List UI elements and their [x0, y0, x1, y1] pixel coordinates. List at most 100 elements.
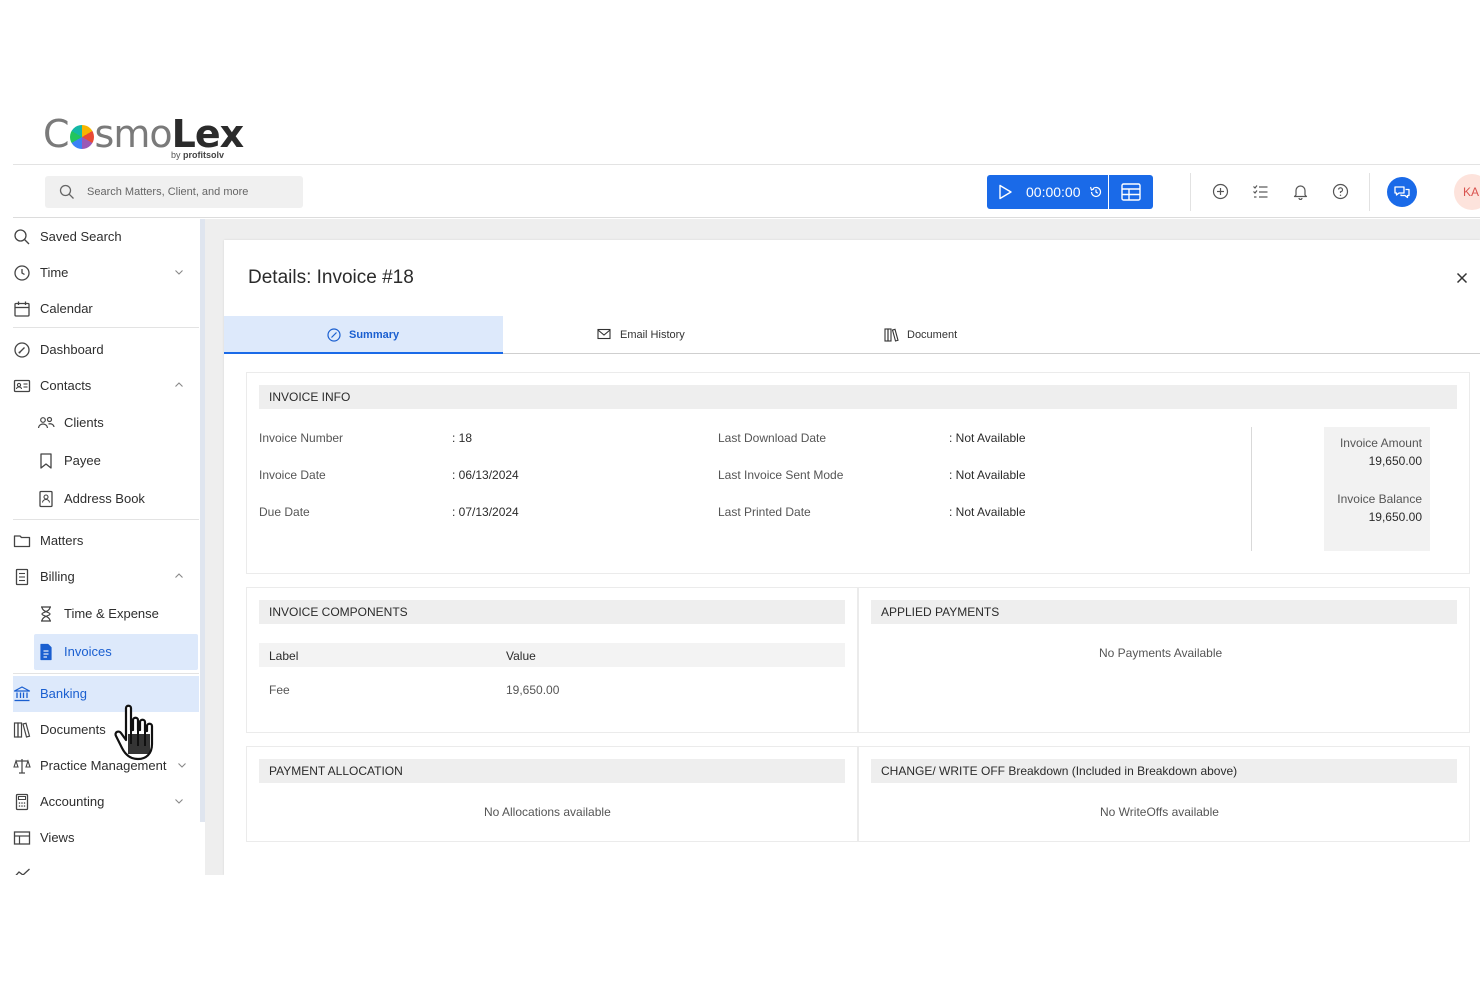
- search-icon: [59, 184, 74, 199]
- folder-icon: [13, 535, 31, 548]
- last-printed-value: : Not Available: [949, 505, 1026, 519]
- info-divider: [1251, 427, 1252, 551]
- sidebar-item-label: Clients: [64, 415, 104, 430]
- sidebar-item-label: Banking: [40, 686, 87, 701]
- timesheet-grid-button[interactable]: [1109, 175, 1153, 209]
- sidebar-item-dashboard[interactable]: Dashboard: [13, 332, 199, 368]
- invoice-amount-value: 19,650.00: [1368, 454, 1422, 468]
- last-sent-mode-value: : Not Available: [949, 468, 1026, 482]
- chat-button[interactable]: [1387, 177, 1417, 207]
- sidebar-item-views[interactable]: Views: [13, 820, 199, 856]
- bookmark-icon: [40, 453, 52, 469]
- dashboard-gauge-icon: [14, 342, 30, 358]
- tab-label: Summary: [349, 329, 400, 341]
- components-table-header: Label Value: [259, 643, 845, 667]
- top-bar: 00:00:00 KA: [13, 164, 1480, 218]
- sidebar-item-label: Views: [40, 830, 75, 845]
- sidebar-item-practice-management[interactable]: Practice Management: [13, 748, 199, 784]
- col-label-header: Label: [269, 649, 299, 663]
- invoice-amount-label: Invoice Amount: [1339, 436, 1422, 450]
- hourglass-icon: [41, 606, 51, 622]
- sidebar-item-label: Invoices: [64, 644, 112, 659]
- sidebar-item-address-book[interactable]: Address Book: [13, 481, 199, 517]
- col-value-header: Value: [506, 649, 536, 663]
- sidebar-divider: [13, 327, 199, 328]
- dialog-title: Details: Invoice #18: [248, 267, 414, 288]
- global-search[interactable]: [45, 176, 303, 208]
- search-input[interactable]: [87, 176, 297, 208]
- sidebar-item-reports-partial[interactable]: [13, 856, 199, 875]
- panel-header: INVOICE COMPONENTS: [259, 600, 845, 624]
- panel-header: PAYMENT ALLOCATION: [259, 759, 845, 783]
- search-icon: [14, 229, 30, 245]
- address-book-icon: [39, 490, 53, 508]
- empty-payments-message: No Payments Available: [1099, 646, 1223, 660]
- invoice-number-value: : 18: [452, 431, 473, 445]
- cosmolex-logo[interactable]: CsmoLex by profitsolv: [43, 112, 244, 164]
- sidebar-item-label: Dashboard: [40, 342, 104, 357]
- sidebar-item-time-expense[interactable]: Time & Expense: [13, 596, 199, 632]
- tab-summary[interactable]: Summary: [224, 316, 503, 354]
- task-list-icon[interactable]: [1252, 183, 1269, 200]
- chevron-down-icon[interactable]: [174, 268, 184, 276]
- sidebar-item-documents[interactable]: Documents: [13, 712, 199, 748]
- sidebar-item-calendar[interactable]: Calendar: [13, 291, 199, 327]
- toolbar-divider: [1369, 173, 1370, 211]
- calculator-icon: [15, 793, 29, 811]
- tab-email-history[interactable]: Email History: [503, 316, 783, 353]
- bell-icon[interactable]: [1292, 183, 1309, 200]
- sidebar-item-banking[interactable]: Banking: [13, 676, 199, 712]
- sidebar-item-accounting[interactable]: Accounting: [13, 784, 199, 820]
- invoice-components-panel: INVOICE COMPONENTS Label Value Fee 19,65…: [246, 587, 858, 733]
- sidebar-item-payee[interactable]: Payee: [13, 443, 199, 479]
- sidebar-item-clients[interactable]: Clients: [13, 405, 199, 441]
- sidebar-item-billing[interactable]: Billing: [13, 559, 199, 595]
- last-download-label: Last Download Date: [718, 431, 827, 445]
- user-avatar[interactable]: KA: [1454, 174, 1480, 210]
- sidebar-item-contacts[interactable]: Contacts: [13, 368, 199, 404]
- sidebar-item-saved-search[interactable]: Saved Search: [13, 219, 199, 255]
- views-table-icon: [13, 831, 31, 845]
- invoice-amounts-box: Invoice Amount 19,650.00 Invoice Balance…: [1324, 427, 1430, 551]
- logo-subtitle: by profitsolv: [171, 150, 225, 160]
- calendar-icon: [14, 301, 30, 317]
- tab-label: Email History: [620, 329, 685, 341]
- invoice-date-label: Invoice Date: [259, 468, 326, 482]
- sidebar-item-label: Time & Expense: [64, 606, 159, 621]
- timer-value: 00:00:00: [1026, 184, 1081, 200]
- chevron-down-icon[interactable]: [174, 797, 184, 805]
- timer-button[interactable]: 00:00:00: [987, 175, 1108, 209]
- invoice-date-value: : 06/13/2024: [452, 468, 519, 482]
- bank-icon: [13, 686, 31, 702]
- close-icon[interactable]: [1456, 272, 1468, 284]
- empty-writeoffs-message: No WriteOffs available: [1100, 805, 1219, 819]
- sidebar-item-invoices[interactable]: Invoices: [34, 634, 198, 670]
- chevron-down-icon[interactable]: [177, 761, 187, 769]
- sidebar-item-label: Documents: [40, 722, 106, 737]
- row-value: 19,650.00: [506, 683, 560, 697]
- invoice-document-icon: [40, 643, 52, 661]
- sidebar-item-label: Address Book: [64, 491, 145, 506]
- tab-document[interactable]: Document: [783, 316, 1063, 353]
- sidebar-item-label: Saved Search: [40, 229, 122, 244]
- users-group-icon: [37, 416, 55, 429]
- table-row: Fee 19,650.00: [259, 677, 845, 701]
- last-sent-mode-label: Last Invoice Sent Mode: [718, 468, 844, 482]
- history-icon[interactable]: [1089, 185, 1103, 199]
- sidebar-nav: Saved Search Time Calendar Dashboard Con…: [13, 219, 204, 875]
- sidebar-item-matters[interactable]: Matters: [13, 523, 199, 559]
- add-circle-icon[interactable]: [1212, 183, 1229, 200]
- chevron-up-icon[interactable]: [174, 381, 184, 389]
- payment-allocation-panel: PAYMENT ALLOCATION No Allocations availa…: [246, 746, 858, 842]
- sidebar-item-label: Matters: [40, 533, 84, 548]
- sidebar-item-time[interactable]: Time: [13, 255, 199, 291]
- chevron-up-icon[interactable]: [174, 572, 184, 580]
- panel-header: CHANGE/ WRITE OFF Breakdown (Included in…: [871, 759, 1457, 783]
- due-date-value: : 07/13/2024: [452, 505, 519, 519]
- applied-payments-panel: APPLIED PAYMENTS No Payments Available: [858, 587, 1470, 733]
- help-icon[interactable]: [1332, 183, 1349, 200]
- table-grid-icon: [1121, 183, 1141, 201]
- play-icon: [999, 184, 1012, 200]
- dialog-tabs: Summary Email History Document: [224, 316, 1480, 354]
- row-label: Fee: [269, 683, 290, 697]
